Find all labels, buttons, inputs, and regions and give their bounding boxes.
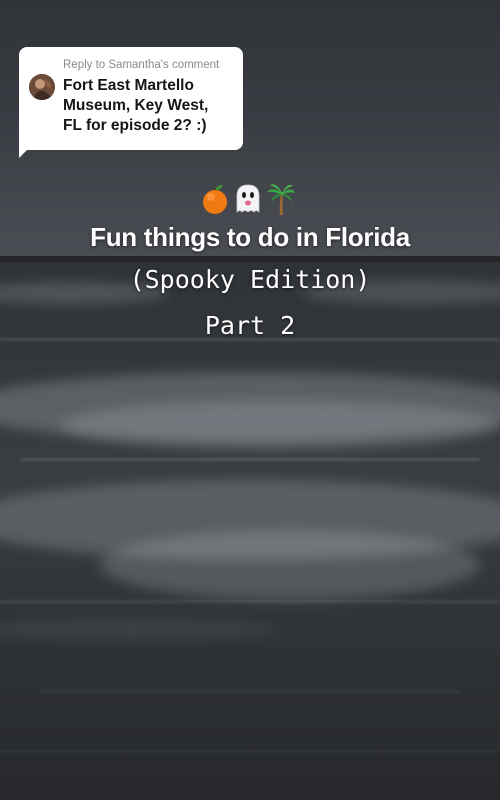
caption-subtitle: (Spooky Edition) (129, 265, 371, 294)
palm-tree-icon (267, 184, 295, 215)
emoji-row (200, 182, 300, 216)
wave-foam (60, 400, 500, 450)
caption-part: Part 2 (204, 311, 296, 340)
commenter-avatar[interactable] (29, 74, 55, 100)
wave-crest (40, 690, 460, 693)
bubble-tail (19, 144, 33, 158)
horizon-line (0, 256, 500, 262)
video-frame: Reply to Samantha's comment Fort East Ma… (0, 0, 500, 800)
caption-title: Fun things to do in Florida (90, 222, 410, 252)
comment-line: Museum, Key West, (63, 97, 209, 114)
wave-crest (0, 600, 500, 603)
wave-crest (20, 458, 480, 461)
comment-line: Fort East Martello (63, 77, 194, 94)
wave-crest (0, 750, 500, 753)
wave-foam (100, 530, 480, 600)
reply-comment-text: Fort East Martello Museum, Key West, FL … (63, 76, 238, 136)
comment-line: FL for episode 2? :) (63, 117, 207, 134)
ghost-icon (236, 184, 260, 213)
reply-header: Reply to Samantha's comment (63, 59, 220, 71)
reply-comment-bubble[interactable]: Reply to Samantha's comment Fort East Ma… (19, 47, 243, 150)
tangerine-icon (203, 184, 227, 214)
